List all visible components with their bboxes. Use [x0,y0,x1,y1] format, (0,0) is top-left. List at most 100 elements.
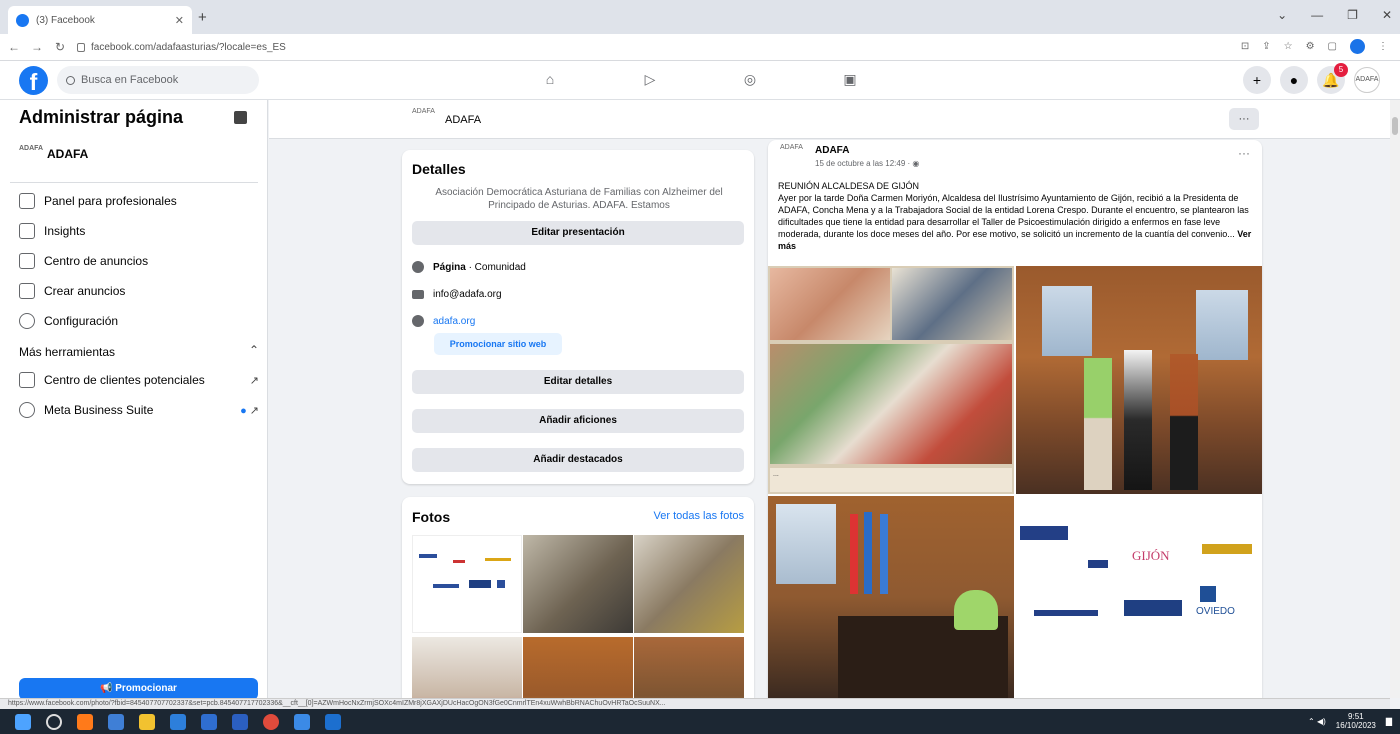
url-field[interactable]: facebook.com/adafaasturias/?locale=es_ES [77,38,1257,57]
sidebar-item-label: Centro de clientes potenciales [44,373,205,387]
edit-presentation-button[interactable]: Editar presentación [412,221,744,245]
sidebar-item-ad-center[interactable]: Centro de anuncios [19,253,259,269]
bookmark-icon[interactable]: ☆ [1284,41,1293,52]
tray-icons[interactable]: ⌃ ◀) [1308,717,1326,726]
megaphone-icon: 📢 [100,683,116,694]
category-row: Página · Comunidad [412,261,526,273]
sidebar-divider [10,182,258,183]
website-link[interactable]: adafa.org [433,316,475,327]
notification-center-icon[interactable]: ▇ [1386,717,1392,726]
page-logo: ADAFA [19,145,44,152]
email-row: info@adafa.org [412,289,502,300]
post-time-text: 15 de octubre a las 12:49 · [815,159,913,168]
post-photo-group[interactable] [1016,266,1262,494]
post-author[interactable]: ADAFA [815,145,849,156]
scrollbar-thumb[interactable] [1392,117,1398,135]
leads-icon [19,372,35,388]
forward-icon[interactable]: → [28,40,46,54]
gear-icon [19,313,35,329]
taskview-icon[interactable] [108,713,124,730]
photo-thumbnail[interactable] [523,535,633,633]
url-text: facebook.com/adafaasturias/?locale=es_ES [91,41,286,53]
browser-menu-icon[interactable]: ⋮ [1378,41,1388,52]
page-scrollbar[interactable] [1390,100,1400,698]
edge-icon[interactable] [170,713,186,730]
browser-tab[interactable]: (3) Facebook ✕ [8,6,192,34]
add-hobbies-button[interactable]: Añadir aficiones [412,409,744,433]
sidebar-item-insights[interactable]: Insights [19,223,259,239]
share-icon[interactable]: ⇪ [1262,41,1270,52]
search-input[interactable]: Busca en Facebook [57,66,259,94]
facebook-logo[interactable]: f [19,66,48,95]
app-icon[interactable] [325,713,341,730]
back-icon[interactable]: ← [5,40,23,54]
search-icon[interactable] [46,713,62,730]
page-more-button[interactable]: ··· [1229,108,1259,130]
minimize-icon[interactable]: — [1311,8,1323,22]
promote-button[interactable]: 📢 Promocionar [19,678,258,700]
gaming-icon[interactable]: ▣ [838,71,862,91]
info-icon [412,261,424,273]
store-icon[interactable] [232,713,248,730]
account-avatar[interactable]: ADAFA [1354,67,1380,93]
photo-thumbnail[interactable] [634,637,744,698]
sidebar-item-settings[interactable]: Configuración [19,313,259,329]
tab-search-icon[interactable]: ⌄ [1277,8,1287,22]
sidebar-page-switcher[interactable]: ADAFA ADAFA [19,145,88,163]
photo-thumbnail[interactable] [412,535,522,633]
chrome-icon[interactable] [263,713,279,730]
sidepanel-icon[interactable]: ▢ [1328,41,1337,52]
home-icon[interactable]: ⌂ [538,71,562,91]
mail-icon[interactable] [201,713,217,730]
website-row: adafa.org [412,315,475,327]
tab-title: (3) Facebook [36,14,95,26]
create-icon[interactable]: + [1243,66,1271,94]
firefox-icon[interactable] [77,713,93,730]
windows-start-icon[interactable] [15,713,31,730]
sidebar-title: Administrar página [19,107,184,127]
groups-icon[interactable]: ◎ [738,71,762,91]
sidebar-item-meta-business-suite[interactable]: Meta Business Suite ● ↗ [19,402,259,418]
globe-icon: ◉ [912,159,920,168]
post-options-button[interactable]: ··· [1238,146,1250,160]
photo-thumbnail[interactable] [412,637,522,698]
profile-avatar[interactable] [1350,39,1365,54]
see-all-photos-link[interactable]: Ver todas las fotos [654,510,745,522]
email-text[interactable]: info@adafa.org [433,289,502,300]
taskbar-clock[interactable]: 9:51 16/10/2023 [1336,712,1376,730]
post-photo-meeting[interactable] [768,496,1014,698]
collapse-sidebar-icon[interactable] [234,111,247,124]
post-photo-logos[interactable]: GIJÓN OVIEDO [1016,496,1262,698]
more-tools-header[interactable]: Más herramientas ⌃ [19,343,259,359]
watch-icon[interactable]: ▷ [638,71,662,91]
post-text: REUNIÓN ALCALDESA DE GIJÓN Ayer por la t… [778,180,1252,252]
post-timestamp[interactable]: 15 de octubre a las 12:49 · ◉ [815,159,919,168]
extensions-icon[interactable]: ⚙ [1306,41,1315,52]
close-window-icon[interactable]: ✕ [1382,8,1392,22]
sidebar-item-label: Insights [44,224,86,238]
post-author-avatar[interactable]: ADAFA [780,144,804,166]
app-icon[interactable] [294,713,310,730]
external-link-icon: ↗ [249,374,259,387]
sidebar-item-create-ads[interactable]: Crear anuncios [19,283,259,299]
sidebar-item-label: Configuración [44,314,119,328]
edit-details-button[interactable]: Editar detalles [412,370,744,394]
photo-thumbnail[interactable] [523,637,633,698]
close-tab-icon[interactable]: ✕ [175,14,184,27]
promote-label: Promocionar [115,683,177,694]
add-featured-button[interactable]: Añadir destacados [412,448,744,472]
new-tab-icon[interactable]: + [198,9,207,26]
reload-icon[interactable]: ↻ [51,40,69,54]
sidebar-item-leads-center[interactable]: Centro de clientes potenciales ↗ [19,372,259,388]
photo-thumbnail[interactable] [634,535,744,633]
sidebar-item-label: Meta Business Suite [44,403,154,417]
sidebar-item-professional-dashboard[interactable]: Panel para profesionales [19,193,259,209]
messenger-icon[interactable]: ● [1280,66,1308,94]
post-photo-newspaper[interactable]: ... [768,266,1014,494]
translate-icon[interactable]: ⊡ [1241,41,1249,52]
restore-icon[interactable]: ❐ [1347,8,1358,22]
search-placeholder: Busca en Facebook [81,74,179,86]
notifications-icon[interactable]: 🔔 5 [1317,63,1348,94]
promote-website-button[interactable]: Promocionar sitio web [434,333,562,355]
file-explorer-icon[interactable] [139,713,155,730]
